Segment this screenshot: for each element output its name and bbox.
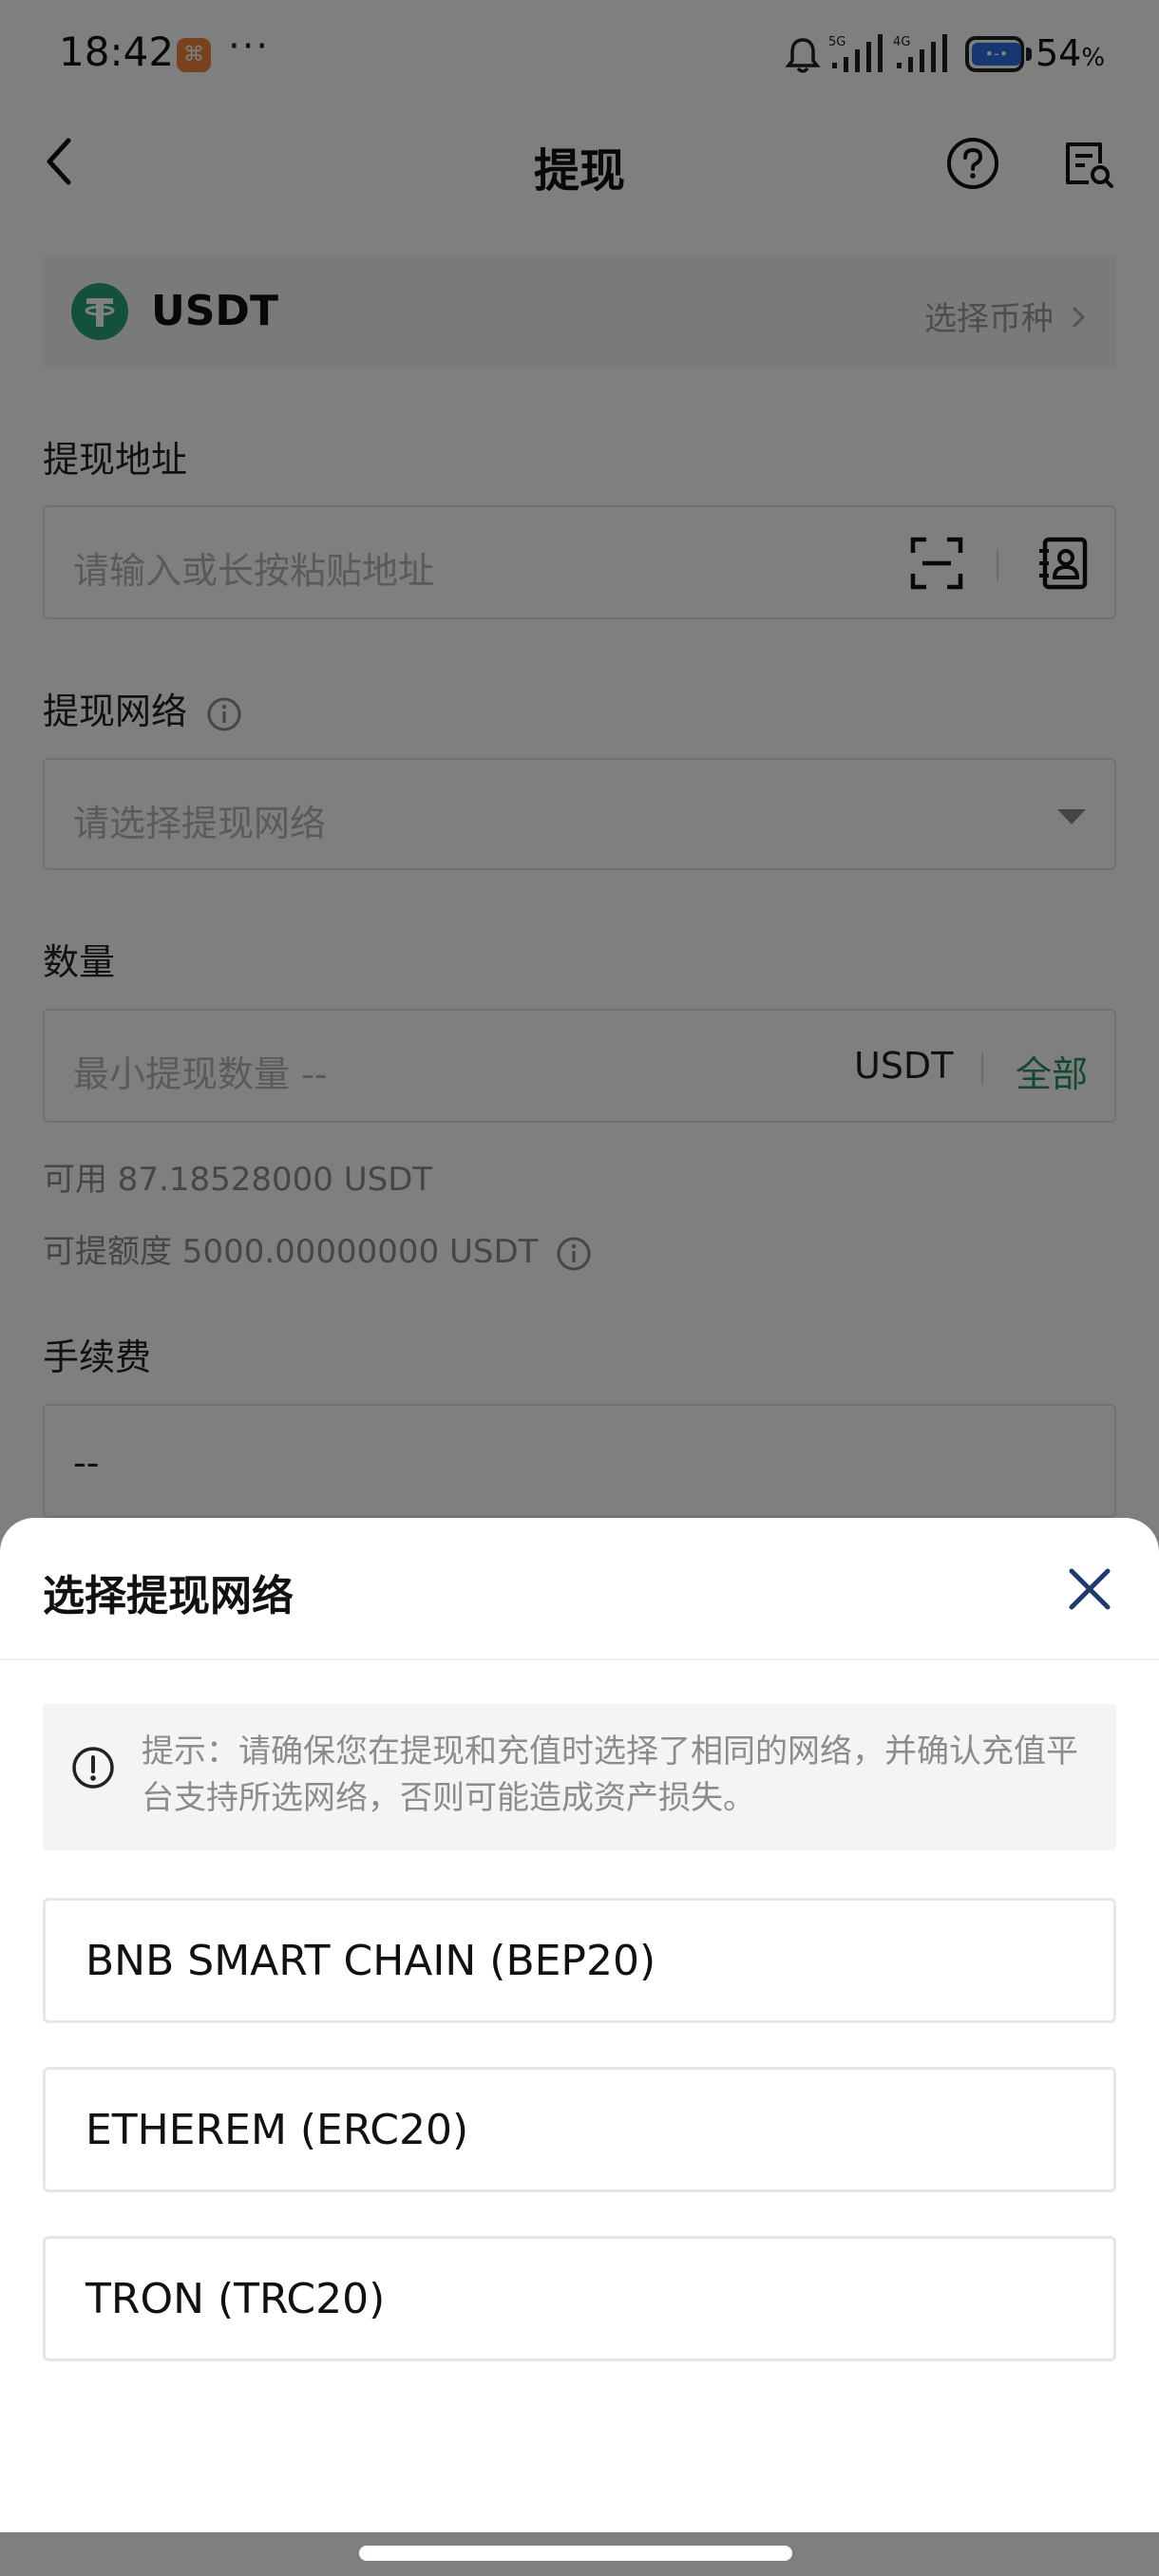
sheet-title: 选择提现网络 bbox=[43, 1572, 294, 1620]
gesture-bar bbox=[0, 2532, 1159, 2576]
network-option-erc20[interactable]: ETHEREM (ERC20) bbox=[43, 2067, 1116, 2192]
network-picker-sheet: 选择提现网络 提示：请确保您在提现和充值时选择了相同的网络，并确认充值平台支持所… bbox=[0, 1518, 1159, 2532]
network-option-bep20[interactable]: BNB SMART CHAIN (BEP20) bbox=[43, 1898, 1116, 2023]
network-option-trc20[interactable]: TRON (TRC20) bbox=[43, 2236, 1116, 2361]
warning-text: 提示：请确保您在提现和充值时选择了相同的网络，并确认充值平台支持所选网络，否则可… bbox=[142, 1733, 1078, 1817]
network-option-label: BNB SMART CHAIN (BEP20) bbox=[86, 1937, 656, 1985]
network-option-label: ETHEREM (ERC20) bbox=[86, 2106, 469, 2154]
close-icon[interactable] bbox=[1064, 1563, 1115, 1615]
home-indicator[interactable] bbox=[359, 2546, 792, 2561]
divider bbox=[0, 1658, 1159, 1660]
exclamation-circle-icon bbox=[72, 1747, 114, 1789]
network-warning: 提示：请确保您在提现和充值时选择了相同的网络，并确认充值平台支持所选网络，否则可… bbox=[43, 1704, 1116, 1850]
network-option-label: TRON (TRC20) bbox=[86, 2275, 386, 2323]
